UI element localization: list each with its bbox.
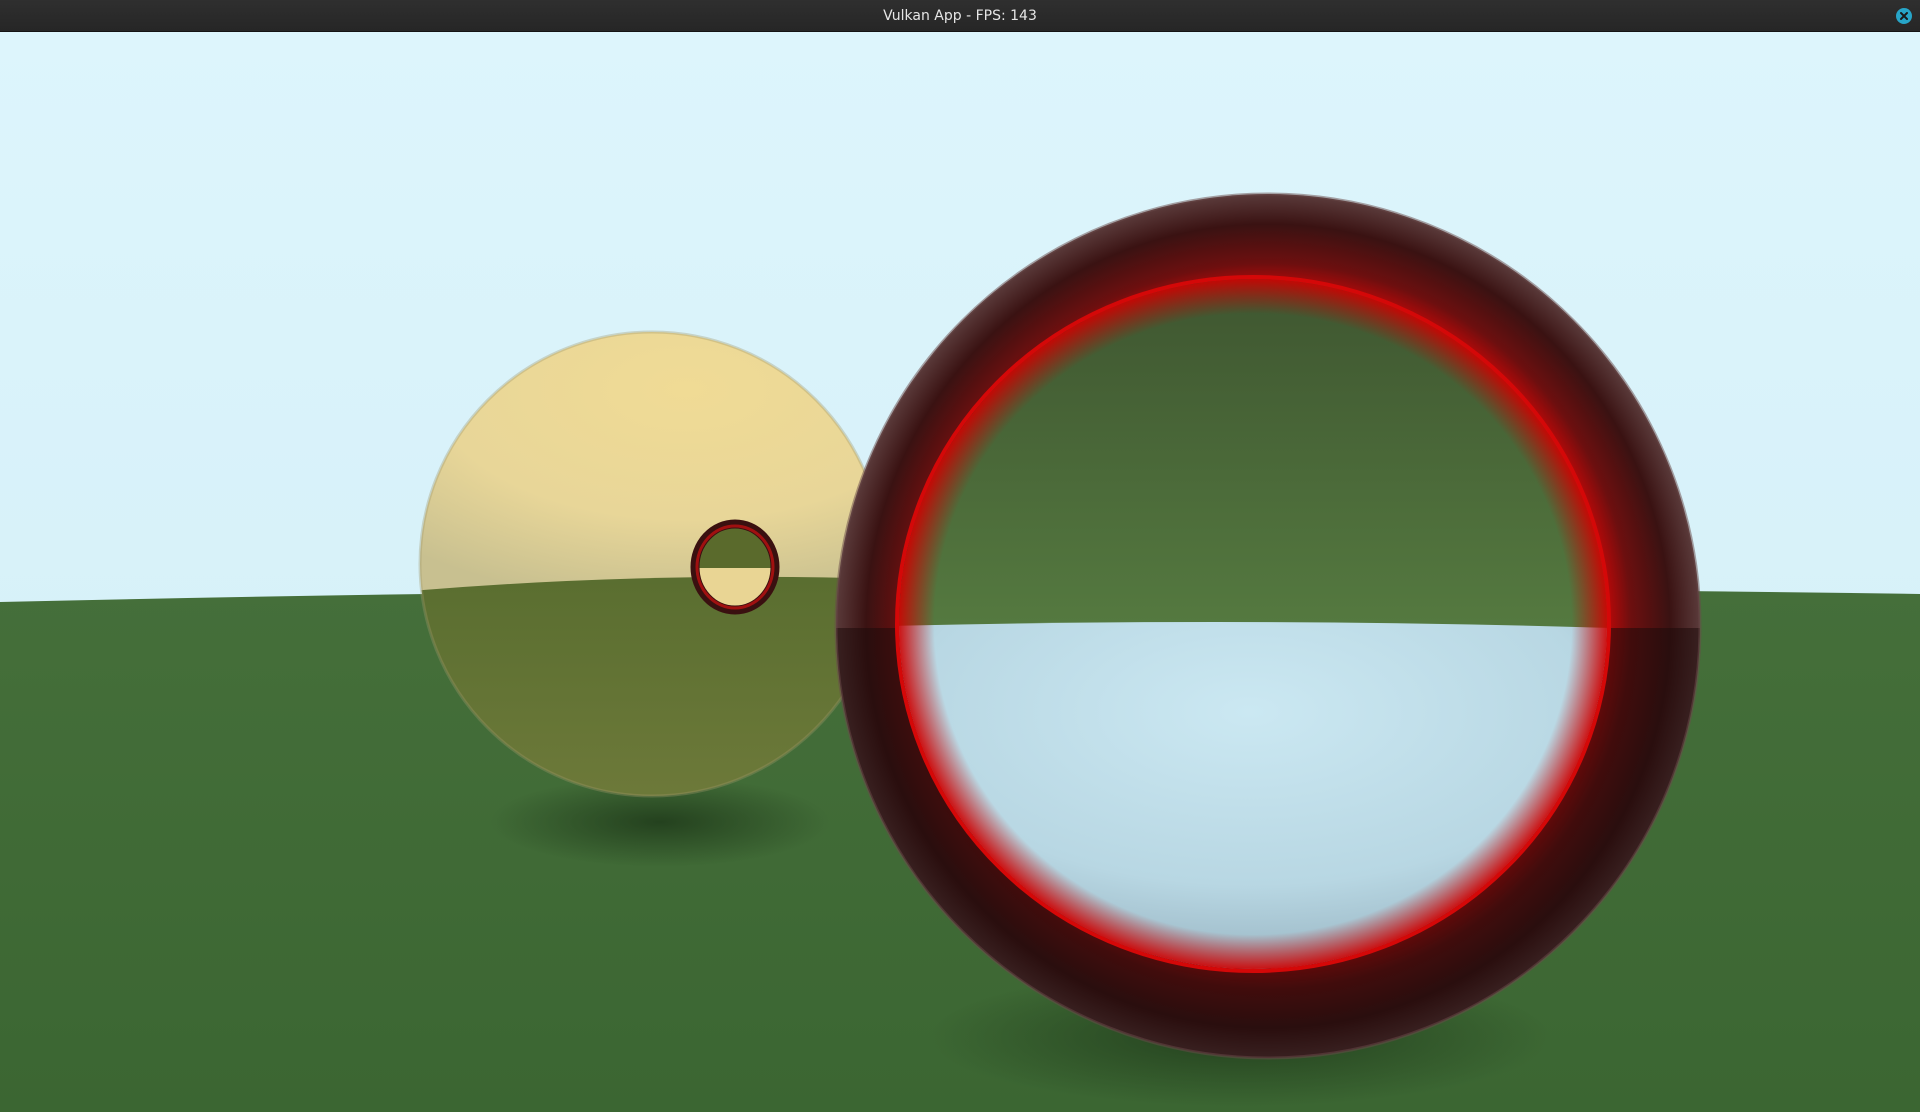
render-viewport[interactable]: [0, 32, 1920, 1112]
app-window: Vulkan App - FPS: 143: [0, 0, 1920, 1112]
title-bar[interactable]: Vulkan App - FPS: 143: [0, 0, 1920, 32]
close-button[interactable]: [1896, 8, 1912, 24]
window-title: Vulkan App - FPS: 143: [883, 8, 1037, 24]
close-icon: [1900, 12, 1908, 20]
rendered-scene: [0, 32, 1920, 1112]
